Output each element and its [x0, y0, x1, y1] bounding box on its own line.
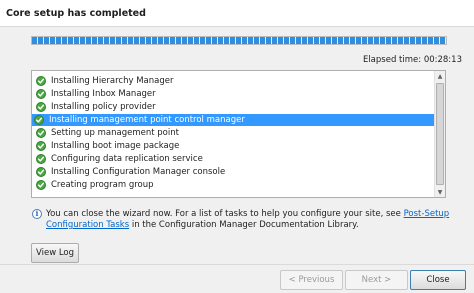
task-list[interactable]: Installing Hierarchy Manager Installing I…	[31, 70, 446, 198]
scroll-thumb[interactable]	[436, 83, 444, 185]
task-item[interactable]: Installing Inbox Manager	[34, 88, 434, 100]
info-text-before: You can close the wizard now. For a list…	[46, 209, 404, 219]
vertical-scrollbar[interactable]: ▲ ▼	[434, 71, 445, 197]
check-icon	[36, 89, 46, 99]
elapsed-time: Elapsed time: 00:28:13	[362, 55, 462, 65]
task-item[interactable]: Installing Hierarchy Manager	[34, 75, 434, 87]
task-item[interactable]: Installing policy provider	[34, 101, 434, 113]
check-icon	[34, 115, 44, 125]
previous-button[interactable]: < Previous	[280, 270, 343, 290]
scroll-up-icon[interactable]: ▲	[435, 71, 445, 81]
progress-bar-fill	[32, 37, 446, 44]
check-icon	[36, 167, 46, 177]
check-icon	[36, 76, 46, 86]
task-label: Installing policy provider	[51, 102, 156, 112]
check-icon	[36, 102, 46, 112]
task-item[interactable]: Installing boot image package	[34, 140, 434, 152]
task-label: Setting up management point	[51, 128, 179, 138]
view-log-button[interactable]: View Log	[31, 243, 79, 263]
check-icon	[36, 154, 46, 164]
task-item[interactable]: Installing management point control mana…	[32, 114, 434, 126]
task-label: Installing management point control mana…	[49, 115, 245, 125]
task-label: Installing Hierarchy Manager	[51, 76, 174, 86]
info-icon: i	[32, 209, 42, 219]
check-icon	[36, 141, 46, 151]
task-item[interactable]: Configuring data replication service	[34, 153, 434, 165]
task-label: Installing Configuration Manager console	[51, 167, 226, 177]
check-icon	[36, 180, 46, 190]
info-text-after: in the Configuration Manager Documentati…	[129, 220, 359, 230]
info-message: You can close the wizard now. For a list…	[46, 209, 451, 231]
task-label: Configuring data replication service	[51, 154, 203, 164]
task-label: Installing Inbox Manager	[51, 89, 156, 99]
page-title: Core setup has completed	[6, 8, 146, 19]
task-item[interactable]: Creating program group	[34, 179, 434, 191]
progress-bar	[31, 36, 447, 45]
check-icon	[36, 128, 46, 138]
next-button[interactable]: Next >	[345, 270, 408, 290]
task-label: Creating program group	[51, 180, 154, 190]
task-label: Installing boot image package	[51, 141, 180, 151]
wizard-header: Core setup has completed	[0, 0, 474, 27]
task-item[interactable]: Setting up management point	[34, 127, 434, 139]
task-item[interactable]: Installing Configuration Manager console	[34, 166, 434, 178]
footer-divider	[0, 264, 474, 265]
scroll-down-icon[interactable]: ▼	[435, 187, 445, 197]
close-button[interactable]: Close	[410, 270, 466, 290]
